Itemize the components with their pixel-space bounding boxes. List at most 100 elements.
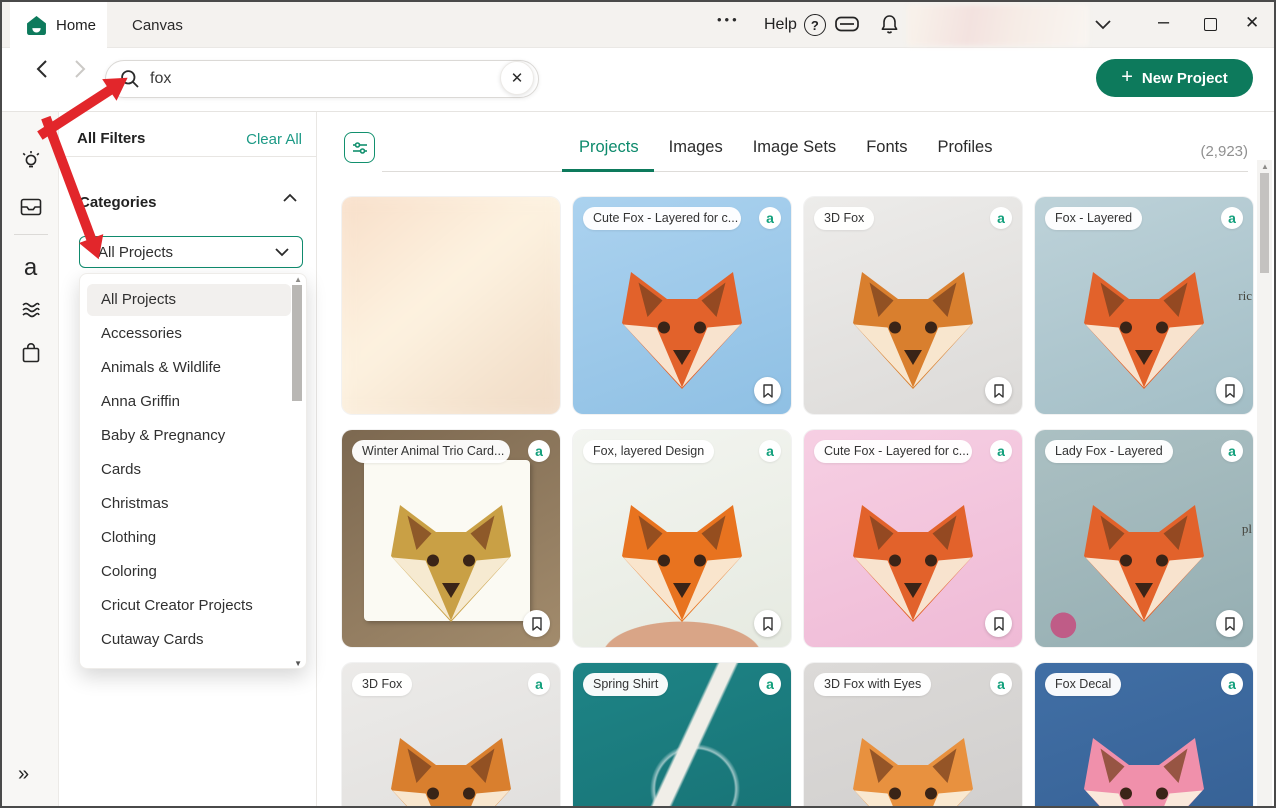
scroll-up-icon[interactable]: ▲ [294,275,302,284]
tab-image-sets[interactable]: Image Sets [753,138,836,157]
rail-access-button[interactable]: a [2,250,59,286]
project-card[interactable]: 3D Fox with Eyes a [804,663,1022,808]
tab-home-label: Home [56,17,96,34]
dropdown-scrollbar-thumb[interactable] [292,285,302,401]
new-project-button[interactable]: + New Project [1096,59,1253,97]
scrollbar-thumb[interactable] [1260,173,1269,273]
dropdown-item-clothing[interactable]: Clothing [87,522,291,554]
project-card[interactable]: Lady Fox - Layered a pl [1035,430,1253,647]
project-card[interactable]: 3D Fox a [342,663,560,808]
project-title-badge: Winter Animal Trio Card... [352,440,510,463]
machine-status-button[interactable] [835,16,859,32]
scroll-down-icon[interactable]: ▼ [294,659,302,668]
results-grid: Cute Fox - Layered for c... a 3D Fox a F… [342,197,1254,808]
categories-header[interactable]: Categories [79,194,157,211]
project-title-badge: Fox Decal [1045,673,1121,696]
dropdown-item-baby-pregnancy[interactable]: Baby & Pregnancy [87,420,291,452]
bookmark-button[interactable] [754,610,781,637]
project-title-badge: Cute Fox - Layered for c... [583,207,741,230]
fox-image [607,260,757,410]
project-title-badge: 3D Fox [814,207,874,230]
fox-image [838,260,988,410]
category-select[interactable]: All Projects [79,236,303,268]
chevron-up-icon[interactable] [282,192,298,204]
back-button[interactable] [33,58,55,80]
dropdown-item-coloring[interactable]: Coloring [87,556,291,588]
dropdown-item-christmas[interactable]: Christmas [87,488,291,520]
rail-inbox-button[interactable] [2,189,59,225]
overflow-menu-button[interactable]: ••• [717,12,740,27]
project-card[interactable]: Fox Decal a [1035,663,1253,808]
dropdown-item-cricut-creator[interactable]: Cricut Creator Projects [87,590,291,622]
tab-fonts[interactable]: Fonts [866,138,907,157]
rail-expand-button[interactable]: » [18,763,29,786]
project-title-badge: Fox - Layered [1045,207,1142,230]
left-rail: a » [2,112,59,806]
bookmark-button[interactable] [1216,610,1243,637]
fox-image [1069,726,1219,808]
vertical-scrollbar[interactable]: ▲ [1257,160,1272,806]
chevron-down-icon [274,246,290,258]
project-title-badge: Fox, layered Design [583,440,714,463]
fox-image [376,493,526,643]
cricut-access-icon: a [1221,673,1243,695]
help-icon: ? [804,14,826,36]
help-button[interactable]: Help ? [764,14,826,36]
project-card[interactable]: Fox, layered Design a [573,430,791,647]
rail-ideas-button[interactable] [2,144,59,180]
user-account-blurred[interactable] [907,5,1089,46]
project-card[interactable]: Cute Fox - Layered for c... a [573,197,791,414]
account-chevron-icon[interactable] [1094,18,1112,30]
rail-subscriptions-button[interactable] [2,292,59,328]
fox-image [838,493,988,643]
maximize-button[interactable] [1204,18,1217,31]
close-button[interactable]: ✕ [1245,13,1259,33]
dropdown-item-anna-griffin[interactable]: Anna Griffin [87,386,291,418]
filters-title: All Filters [77,130,145,147]
results-tabs: Projects Images Image Sets Fonts Profile… [579,138,993,157]
notifications-button[interactable] [879,14,900,36]
filters-toggle-button[interactable] [344,132,375,163]
tab-projects[interactable]: Projects [579,138,639,157]
clear-search-button[interactable]: ✕ [500,61,534,95]
bookmark-button[interactable] [1216,377,1243,404]
clear-all-link[interactable]: Clear All [246,131,302,148]
bookmark-button[interactable] [754,377,781,404]
rail-shop-button[interactable] [2,335,59,371]
minimize-button[interactable]: – [1158,11,1169,34]
forward-button[interactable] [67,58,89,80]
help-label: Help [764,16,797,34]
project-title-badge: 3D Fox with Eyes [814,673,931,696]
project-card[interactable]: Winter Animal Trio Card... a [342,430,560,647]
plus-icon: + [1121,66,1133,89]
tab-canvas[interactable]: Canvas [132,2,183,48]
lightbulb-icon [20,150,42,174]
cricut-access-icon: a [1221,440,1243,462]
tabs-divider [382,171,1248,172]
fox-image [1069,260,1219,410]
dropdown-item-cards[interactable]: Cards [87,454,291,486]
project-card[interactable]: Spring Shirt a [573,663,791,808]
dropdown-item-accessories[interactable]: Accessories [87,318,291,350]
bookmark-button[interactable] [985,377,1012,404]
scroll-up-icon[interactable]: ▲ [1261,162,1269,171]
bookmark-button[interactable] [985,610,1012,637]
project-card-blurred[interactable] [342,197,560,414]
blurred-thumbnail [342,197,560,414]
dropdown-item-cutaway-cards[interactable]: Cutaway Cards [87,624,291,656]
cricut-access-icon: a [759,207,781,229]
new-project-label: New Project [1142,70,1228,87]
tab-profiles[interactable]: Profiles [937,138,992,157]
project-card[interactable]: 3D Fox a [804,197,1022,414]
cricut-access-icon: a [759,673,781,695]
dropdown-item-animals-wildlife[interactable]: Animals & Wildlife [87,352,291,384]
dropdown-item-all-projects[interactable]: All Projects [87,284,291,316]
project-card[interactable]: Fox - Layered a ric [1035,197,1253,414]
tab-images[interactable]: Images [669,138,723,157]
project-card[interactable]: Cute Fox - Layered for c... a [804,430,1022,647]
bookmark-button[interactable] [523,610,550,637]
title-bar: Home Canvas ••• Help ? – [2,2,1274,48]
search-input[interactable] [105,60,539,98]
results-count: (2,923) [1200,143,1248,160]
tab-home[interactable]: Home [10,2,107,48]
